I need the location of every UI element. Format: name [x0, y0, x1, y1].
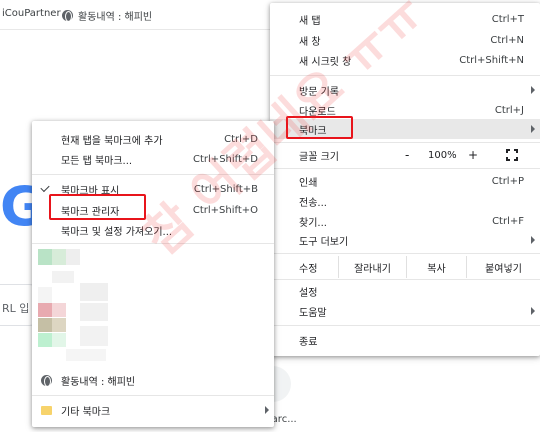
- chevron-right-icon: [531, 307, 535, 315]
- separator: [270, 279, 540, 280]
- zoom-in-button[interactable]: +: [468, 148, 478, 162]
- separator: [270, 168, 540, 169]
- separator: [32, 395, 274, 396]
- menu-item-downloads[interactable]: 다운로드 Ctrl+J: [270, 100, 540, 120]
- shortcut-text: Ctrl+N: [490, 34, 524, 46]
- check-icon: [40, 182, 50, 193]
- shortcut-text: Ctrl+Shift+O: [192, 204, 258, 216]
- menu-label: 도구 더보기: [299, 236, 349, 248]
- separator: [32, 243, 274, 244]
- separator: [270, 253, 540, 254]
- menu-label: 다운로드: [299, 106, 336, 118]
- chevron-right-icon: [531, 236, 535, 244]
- submenu-item-bookmark-all[interactable]: 모든 탭 북마크... Ctrl+Shift+D: [32, 149, 274, 169]
- bookmark-bar-item[interactable]: iCouPartner: [2, 8, 61, 19]
- shortcut-text: Ctrl+P: [491, 175, 524, 187]
- shortcut-text: Ctrl+Shift+N: [459, 54, 524, 66]
- menu-label: 기타 북마크: [61, 406, 111, 418]
- shortcut-text: Ctrl+T: [491, 13, 524, 25]
- menu-item-history[interactable]: 방문 기록: [270, 80, 540, 100]
- menu-label: 새 시크릿 창: [299, 56, 352, 68]
- chevron-right-icon: [531, 86, 535, 94]
- submenu-item-bookmark-tab[interactable]: 현재 탭을 북마크에 추가 Ctrl+D: [32, 129, 274, 149]
- separator: [270, 75, 540, 76]
- menu-item-find[interactable]: 찾기... Ctrl+F: [270, 211, 540, 231]
- chrome-main-menu: 새 탭 Ctrl+T 새 창 Ctrl+N 새 시크릿 창 Ctrl+Shift+N …: [270, 3, 540, 356]
- copy-button[interactable]: 복사: [406, 256, 466, 278]
- menu-label: 인쇄: [299, 177, 318, 189]
- shortcut-text: Ctrl+D: [224, 133, 258, 145]
- bookmark-label: iCouPartner: [2, 8, 61, 19]
- menu-label: 방문 기록: [299, 86, 339, 98]
- separator: [32, 174, 274, 175]
- menu-label: 새 탭: [299, 15, 321, 27]
- menu-item-settings[interactable]: 설정: [270, 281, 540, 301]
- menu-label: 모든 탭 북마크...: [61, 155, 133, 167]
- menu-label: 북마크 및 설정 가져오기...: [61, 226, 173, 238]
- menu-item-cast[interactable]: 전송...: [270, 191, 540, 211]
- menu-item-edit: 수정 잘라내기 복사 붙여넣기: [270, 256, 540, 278]
- menu-label: 찾기...: [299, 217, 327, 229]
- menu-label: 북마크 관리자: [61, 206, 120, 218]
- shortcut-text: Ctrl+J: [494, 104, 524, 116]
- zoom-level: 100%: [428, 149, 457, 161]
- search-placeholder: RL 입: [2, 302, 30, 315]
- bookmarks-submenu: 현재 탭을 북마크에 추가 Ctrl+D 모든 탭 북마크... Ctrl+Shif…: [32, 121, 274, 427]
- separator: [270, 325, 540, 326]
- globe-icon: [62, 10, 73, 22]
- zoom-out-button[interactable]: -: [405, 148, 409, 162]
- menu-item-exit[interactable]: 종료: [270, 330, 540, 350]
- menu-item-new-window[interactable]: 새 창 Ctrl+N: [270, 30, 540, 50]
- shortcut-text: Ctrl+Shift+D: [193, 153, 258, 165]
- separator: [270, 142, 540, 143]
- menu-label: 새 창: [299, 36, 321, 48]
- menu-label: 전송...: [299, 197, 327, 209]
- bookmark-label: 활동내역 : 해피빈: [78, 12, 153, 23]
- menu-label: 현재 탭을 북마크에 추가: [61, 135, 163, 147]
- globe-icon: [41, 375, 52, 387]
- submenu-item-show-bar[interactable]: 북마크바 표시 Ctrl+Shift+B: [32, 179, 274, 199]
- menu-item-new-incognito[interactable]: 새 시크릿 창 Ctrl+Shift+N: [270, 50, 540, 70]
- submenu-item-import[interactable]: 북마크 및 설정 가져오기...: [32, 220, 274, 240]
- chevron-right-icon: [265, 406, 269, 414]
- menu-item-bookmarks[interactable]: 북마크: [270, 119, 540, 139]
- menu-label: 설정: [299, 287, 318, 299]
- shortcut-text: Ctrl+F: [492, 215, 524, 227]
- menu-label: 북마크: [299, 125, 327, 137]
- menu-label: 활동내역 : 해피빈: [61, 376, 136, 388]
- chevron-right-icon: [531, 125, 535, 133]
- menu-item-print[interactable]: 인쇄 Ctrl+P: [270, 171, 540, 191]
- fullscreen-icon[interactable]: [506, 149, 518, 161]
- folder-icon: [41, 406, 52, 415]
- menu-label: 글꼴 크기: [299, 151, 339, 163]
- menu-label: 종료: [299, 336, 318, 348]
- menu-label: 북마크바 표시: [61, 185, 120, 197]
- menu-item-more-tools[interactable]: 도구 더보기: [270, 230, 540, 250]
- submenu-item-other-bookmarks[interactable]: 기타 북마크: [32, 400, 274, 420]
- menu-item-zoom: 글꼴 크기 - 100% +: [270, 145, 540, 165]
- bookmark-bar-item[interactable]: 활동내역 : 해피빈: [62, 8, 152, 23]
- paste-button[interactable]: 붙여넣기: [466, 256, 540, 278]
- shortcut-text: Ctrl+Shift+B: [193, 183, 258, 195]
- menu-item-new-tab[interactable]: 새 탭 Ctrl+T: [270, 9, 540, 29]
- submenu-item-history-bookmark[interactable]: 활동내역 : 해피빈: [32, 370, 274, 390]
- menu-item-help[interactable]: 도움말: [270, 301, 540, 321]
- menu-label: 도움말: [299, 307, 327, 319]
- submenu-item-manager[interactable]: 북마크 관리자 Ctrl+Shift+O: [32, 200, 274, 220]
- menu-label: 수정: [299, 263, 318, 275]
- cut-button[interactable]: 잘라내기: [338, 256, 406, 278]
